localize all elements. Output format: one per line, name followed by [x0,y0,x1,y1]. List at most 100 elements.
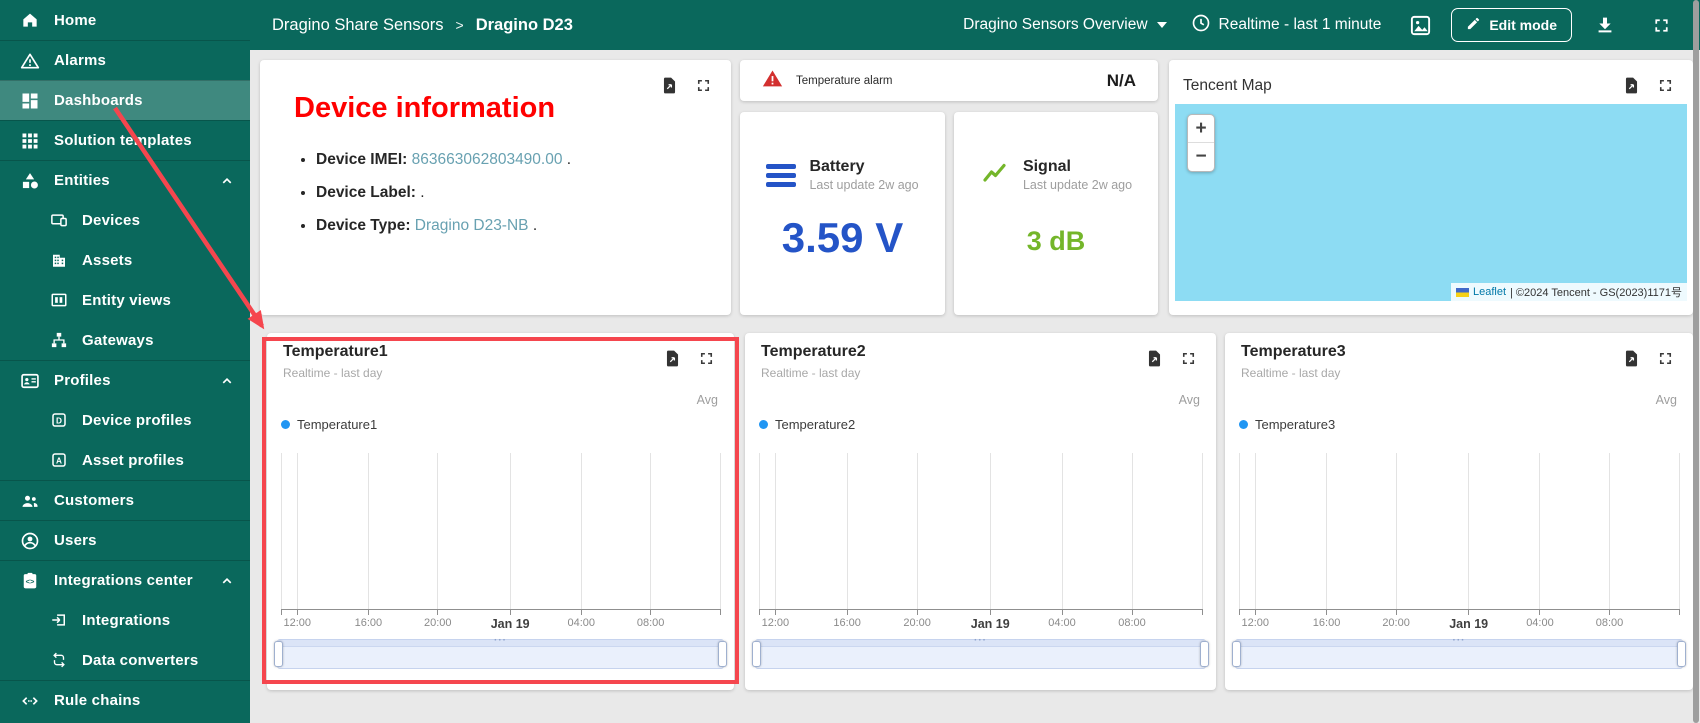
legend-item[interactable]: Temperature3 [1239,417,1335,432]
chevron-up-icon[interactable] [218,172,236,190]
edit-mode-button[interactable]: Edit mode [1451,8,1572,42]
gridline [367,453,369,609]
aggregation-label[interactable]: Avg [1656,393,1677,407]
signal-value: 3 dB [1026,226,1086,256]
rule-chains-icon [20,691,40,711]
sidebar-scrollbar[interactable] [1693,0,1699,723]
timewindow-label: Realtime - last 1 minute [1218,16,1382,33]
sidebar-item-integrations-center[interactable]: <> Integrations center [0,560,250,600]
sidebar-item-home[interactable]: Home [0,0,250,40]
slider-handle-left[interactable] [274,641,283,667]
export-widget-icon[interactable] [1622,76,1641,95]
sidebar-item-entity-views[interactable]: Entity views [0,280,250,320]
fullscreen-icon[interactable] [1648,12,1674,38]
map-canvas[interactable]: + − Leaflet | ©2024 Tencent - GS(2023)11… [1175,104,1687,301]
fullscreen-widget-icon[interactable] [1656,76,1675,95]
time-range-slider[interactable]: ··· [1232,635,1686,669]
fullscreen-widget-icon[interactable] [694,76,713,95]
sidebar-item-devices[interactable]: Devices [0,200,250,240]
dashboard-image-icon[interactable] [1407,12,1433,38]
gridline [1061,453,1063,609]
dashboard-content: Device information Device IMEI: 86366306… [250,50,1700,723]
slider-grip-icon[interactable]: ··· [494,635,507,646]
dashboard-select[interactable]: Dragino Sensors Overview [963,16,1167,34]
slider-handle-right[interactable] [1200,641,1209,667]
chart-card-temperature2: Temperature2 Realtime - last day Avg Tem… [745,333,1216,690]
chart-x-axis-labels: 12:00 16:00 20:00 Jan 19 04:00 08:00 [281,617,720,633]
breadcrumb-current: Dragino D23 [475,15,573,34]
sidebar-item-solution-templates[interactable]: Solution templates [0,120,250,160]
sidebar-item-entities[interactable]: Entities [0,160,250,200]
slider-handle-left[interactable] [752,641,761,667]
x-axis-tick-label: 16:00 [1312,617,1341,629]
temperature-alarm-card: Temperature alarm N/A [740,60,1158,101]
chart-plot-area[interactable] [1238,453,1680,615]
chart-timewindow-subtitle: Realtime - last day [1241,366,1341,380]
slider-grip-icon[interactable]: ··· [974,635,987,646]
chart-timewindow-subtitle: Realtime - last day [283,366,383,380]
fullscreen-widget-icon[interactable] [1179,349,1198,368]
download-icon[interactable] [1592,12,1618,38]
integrations-icon [50,611,68,629]
export-widget-icon[interactable] [663,349,682,368]
assets-icon [50,251,68,269]
legend-item[interactable]: Temperature2 [759,417,855,432]
map-zoom-out-button[interactable]: − [1188,143,1214,171]
slider-grip-icon[interactable]: ··· [1453,635,1466,646]
sidebar-item-gateways[interactable]: Gateways [0,320,250,360]
entities-icon [20,171,40,191]
sidebar-item-assets[interactable]: Assets [0,240,250,280]
slider-handle-right[interactable] [1677,641,1686,667]
gridline [580,453,582,609]
map-copyright: | ©2024 Tencent - GS(2023)1171号 [1510,287,1682,299]
fullscreen-widget-icon[interactable] [1656,349,1675,368]
legend-dot-icon [759,420,768,429]
aggregation-label[interactable]: Avg [1179,393,1200,407]
signal-last-update: Last update 2w ago [1022,178,1133,192]
legend-item[interactable]: Temperature1 [281,417,377,432]
aggregation-label[interactable]: Avg [697,393,718,407]
chart-plot-area[interactable] [280,453,721,615]
chevron-down-icon [1156,22,1167,28]
x-axis-tick-label: 12:00 [1241,617,1270,629]
time-range-slider[interactable]: ··· [274,635,727,669]
map-zoom-control: + − [1187,114,1215,172]
chevron-up-icon[interactable] [218,372,236,390]
chart-plot-area[interactable] [758,453,1203,615]
sidebar-item-alarms[interactable]: Alarms [0,40,250,80]
sidebar-item-profiles[interactable]: Profiles [0,360,250,400]
sidebar-item-users[interactable]: Users [0,520,250,560]
alarms-icon [20,51,40,71]
integrations-center-icon: <> [20,571,40,591]
sidebar-item-asset-profiles[interactable]: A Asset profiles [0,440,250,480]
device-info-item: Device Type: Dragino D23-NB . [316,217,711,235]
map-attribution: Leaflet | ©2024 Tencent - GS(2023)1171号 [1450,283,1687,301]
export-widget-icon[interactable] [1622,349,1641,368]
breadcrumb-parent[interactable]: Dragino Share Sensors [272,16,444,35]
sidebar-item-device-profiles[interactable]: D Device profiles [0,400,250,440]
timewindow-button[interactable]: Realtime - last 1 minute [1191,13,1382,38]
chart-title: Temperature1 [283,343,388,360]
sidebar-item-rule-chains[interactable]: Rule chains [0,680,250,720]
fullscreen-widget-icon[interactable] [697,349,716,368]
sidebar-item-customers[interactable]: Customers [0,480,250,520]
x-axis-tick-label: Jan 19 [970,617,1010,631]
slider-handle-right[interactable] [718,641,727,667]
export-widget-icon[interactable] [1145,349,1164,368]
sidebar-item-dashboards[interactable]: Dashboards [0,80,250,120]
chevron-up-icon[interactable] [218,572,236,590]
svg-text:A: A [56,456,62,465]
x-axis-tick-label: Jan 19 [490,617,530,631]
device-information-title: Device information [294,92,556,124]
sidebar-item-integrations[interactable]: Integrations [0,600,250,640]
entity-views-icon [50,291,68,309]
asset-profiles-icon: A [50,451,68,469]
export-widget-icon[interactable] [660,76,679,95]
slider-handle-left[interactable] [1232,641,1241,667]
leaflet-link[interactable]: Leaflet [1473,286,1506,298]
map-zoom-in-button[interactable]: + [1188,115,1214,143]
x-axis-tick-label: 04:00 [1526,617,1554,629]
svg-text:<>: <> [26,577,35,586]
sidebar-item-data-converters[interactable]: Data converters [0,640,250,680]
time-range-slider[interactable]: ··· [752,635,1209,669]
